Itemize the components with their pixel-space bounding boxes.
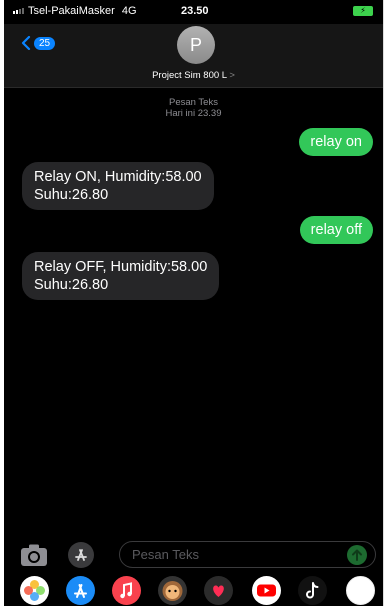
unread-count-badge: 25 <box>34 36 56 50</box>
imessage-app-drawer <box>4 574 383 606</box>
service-label: Pesan Teks <box>169 97 218 108</box>
carrier-label: Tsel-PakaiMasker 4G <box>28 5 137 17</box>
thread-timestamp: Hari ini 23.39 <box>165 108 222 119</box>
arrow-up-icon <box>352 549 362 561</box>
network-type: 4G <box>121 5 137 17</box>
thread-meta: Pesan Teks Hari ini 23.39 <box>4 97 383 119</box>
message-input[interactable] <box>119 541 376 568</box>
contact-avatar[interactable]: P <box>177 26 215 64</box>
memoji-icon[interactable] <box>158 576 187 605</box>
youtube-icon[interactable] <box>252 576 281 605</box>
more-app-icon[interactable] <box>346 576 375 605</box>
music-icon[interactable] <box>112 576 141 605</box>
battery-charging-icon: ⚡ <box>353 6 373 16</box>
carrier-name: Tsel-PakaiMasker <box>28 5 115 17</box>
messages-screen: Tsel-PakaiMasker 4G 23.50 ⚡ 25 P Project… <box>4 0 384 606</box>
app-store-icon[interactable] <box>66 576 95 605</box>
contact-name-button[interactable]: Project Sim 800 L > <box>4 70 383 81</box>
sent-message-bubble[interactable]: relay on <box>299 128 373 156</box>
digital-touch-icon[interactable] <box>204 576 233 605</box>
app-store-icon <box>75 549 87 561</box>
received-message-bubble[interactable]: Relay OFF, Humidity:58.00 Suhu:26.80 <box>22 252 220 300</box>
send-button[interactable] <box>347 545 367 565</box>
message-composer <box>4 540 383 570</box>
status-bar: Tsel-PakaiMasker 4G 23.50 ⚡ <box>4 0 383 24</box>
contact-name: Project Sim 800 L <box>152 70 227 81</box>
signal-strength-icon <box>13 8 24 14</box>
camera-icon[interactable] <box>20 543 48 567</box>
back-button[interactable]: 25 <box>20 36 56 50</box>
status-time: 23.50 <box>181 5 209 17</box>
received-message-bubble[interactable]: Relay ON, Humidity:58.00 Suhu:26.80 <box>22 162 214 210</box>
chevron-right-icon: > <box>229 70 235 81</box>
photos-icon[interactable] <box>20 576 49 605</box>
chevron-left-icon <box>21 36 31 50</box>
tiktok-icon[interactable] <box>298 576 327 605</box>
app-store-button[interactable] <box>68 542 94 568</box>
sent-message-bubble[interactable]: relay off <box>299 216 373 244</box>
conversation-header: 25 P Project Sim 800 L > <box>4 24 383 88</box>
